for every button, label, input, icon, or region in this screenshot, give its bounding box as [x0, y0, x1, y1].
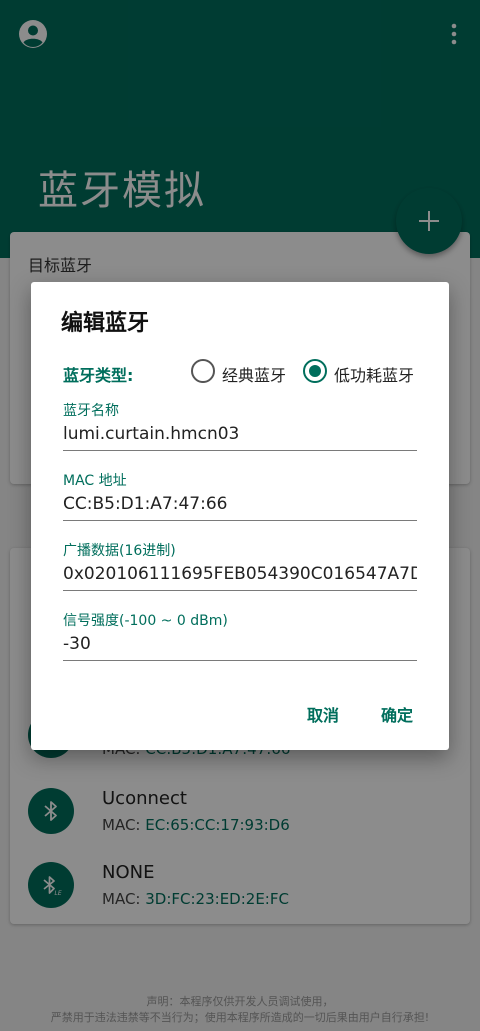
bluetooth-name-field[interactable]: 蓝牙名称 lumi.curtain.hmcn03	[63, 400, 417, 456]
rssi-input[interactable]: -30	[63, 634, 417, 654]
field-underline	[63, 450, 417, 451]
mac-address-input[interactable]: CC:B5:D1:A7:47:66	[63, 494, 417, 514]
bluetooth-name-label: 蓝牙名称	[63, 403, 119, 419]
adv-data-field[interactable]: 广播数据(16进制) 0x020106111695FEB054390C01654…	[63, 540, 417, 596]
cancel-button[interactable]: 取消	[307, 702, 339, 726]
field-underline	[63, 590, 417, 591]
edit-bluetooth-dialog: 编辑蓝牙 蓝牙类型: 经典蓝牙 低功耗蓝牙 蓝牙名称 lumi.curtain.…	[31, 282, 449, 750]
radio-classic-label: 经典蓝牙	[222, 366, 287, 385]
adv-data-label: 广播数据(16进制)	[63, 543, 176, 559]
bluetooth-type-row: 蓝牙类型: 经典蓝牙 低功耗蓝牙	[63, 358, 417, 386]
confirm-button[interactable]: 确定	[381, 702, 413, 726]
field-underline	[63, 520, 417, 521]
radio-ble-bluetooth[interactable]: 低功耗蓝牙	[303, 358, 417, 386]
radio-checked-icon	[303, 359, 327, 383]
rssi-label: 信号强度(-100 ~ 0 dBm)	[63, 613, 228, 629]
radio-unchecked-icon	[191, 359, 215, 383]
mac-address-label: MAC 地址	[63, 473, 127, 489]
adv-data-input[interactable]: 0x020106111695FEB054390C016547A7D1B5CC	[63, 564, 417, 584]
rssi-field[interactable]: 信号强度(-100 ~ 0 dBm) -30	[63, 610, 417, 666]
bluetooth-type-label: 蓝牙类型:	[63, 366, 134, 385]
field-underline	[63, 660, 417, 661]
dialog-title: 编辑蓝牙	[61, 311, 150, 336]
mac-address-field[interactable]: MAC 地址 CC:B5:D1:A7:47:66	[63, 470, 417, 526]
radio-classic-bluetooth[interactable]: 经典蓝牙	[191, 358, 291, 386]
bluetooth-name-input[interactable]: lumi.curtain.hmcn03	[63, 424, 417, 444]
radio-ble-label: 低功耗蓝牙	[334, 366, 415, 385]
